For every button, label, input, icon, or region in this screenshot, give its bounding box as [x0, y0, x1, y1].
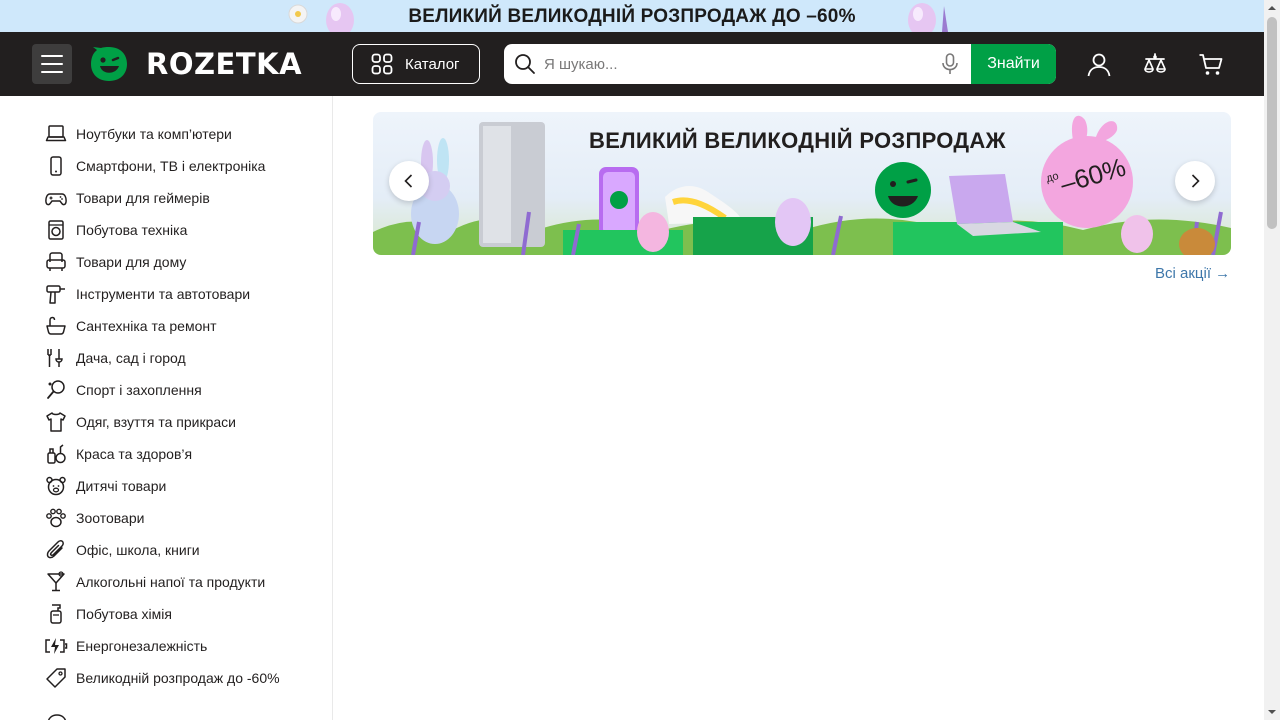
category-list: Ноутбуки та комп’ютери Смартфони, ТВ і е… — [44, 118, 280, 694]
sidebar-item-label: Спорт і захоплення — [76, 382, 202, 398]
user-icon[interactable] — [1086, 52, 1112, 78]
sidebar-item-gamers[interactable]: Товари для геймерів — [44, 182, 280, 214]
catalog-button[interactable]: Каталог — [352, 44, 480, 84]
sidebar-item-label: Дача, сад і город — [76, 350, 186, 366]
banner-prev-button[interactable] — [389, 161, 429, 201]
battery-bolt-icon — [44, 634, 68, 658]
sidebar-item-plumbing[interactable]: Сантехніка та ремонт — [44, 310, 280, 342]
sidebar-item-pets[interactable]: Зоотовари — [44, 502, 280, 534]
microphone-icon[interactable] — [940, 53, 960, 75]
sidebar-item-sport[interactable]: Спорт і захоплення — [44, 374, 280, 406]
menu-button[interactable] — [32, 44, 72, 84]
cocktail-icon — [44, 570, 68, 594]
sidebar-item-label: Енергонезалежність — [76, 638, 208, 654]
sidebar-item-label: Сантехніка та ремонт — [76, 318, 217, 334]
search-icon — [515, 54, 535, 74]
sidebar-item-kids[interactable]: Дитячі товари — [44, 470, 280, 502]
laptop-icon — [44, 122, 68, 146]
smartphone-icon — [44, 154, 68, 178]
cart-icon[interactable] — [1198, 52, 1224, 78]
search-bar: Знайти — [504, 44, 1056, 84]
partial-item-icon — [47, 714, 67, 720]
sidebar-item-label: Великодній розпродаж до -60% — [76, 670, 280, 686]
sidebar-item-tools[interactable]: Інструменти та автотовари — [44, 278, 280, 310]
sidebar-item-garden[interactable]: Дача, сад і город — [44, 342, 280, 374]
sidebar-item-label: Товари для дому — [76, 254, 187, 270]
sidebar-item-label: Краса та здоров’я — [76, 446, 193, 462]
compare-icon[interactable] — [1142, 52, 1168, 78]
sidebar-item-smartphones[interactable]: Смартфони, ТВ і електроніка — [44, 150, 280, 182]
sidebar-item-label: Алкогольні напої та продукти — [76, 574, 266, 590]
sidebar-item-energy[interactable]: Енергонезалежність — [44, 630, 280, 662]
logo[interactable]: ROZETKA — [88, 44, 302, 84]
sidebar-item-laptops[interactable]: Ноутбуки та комп’ютери — [44, 118, 280, 150]
sidebar-item-label: Товари для геймерів — [76, 190, 210, 206]
sidebar-item-label: Зоотовари — [76, 510, 145, 526]
sidebar-item-beauty[interactable]: Краса та здоров’я — [44, 438, 280, 470]
washing-machine-icon — [44, 218, 68, 242]
sidebar-item-alcohol[interactable]: Алкогольні напої та продукти — [44, 566, 280, 598]
easter-egg-decoration-icon — [908, 3, 948, 32]
sidebar-item-clothes[interactable]: Одяг, взуття та прикраси — [44, 406, 280, 438]
sidebar-item-label: Одяг, взуття та прикраси — [76, 414, 236, 430]
catalog-grid-icon — [371, 53, 393, 75]
promo-strip-text: ВЕЛИКИЙ ВЕЛИКОДНІЙ РОЗПРОДАЖ ДО –60% — [408, 6, 856, 27]
detergent-icon — [44, 602, 68, 626]
banner-title: ВЕЛИКИЙ ВЕЛИКОДНІЙ РОЗПРОДАЖ — [589, 128, 1006, 153]
teddy-bear-icon — [44, 474, 68, 498]
sidebar-item-label: Смартфони, ТВ і електроніка — [76, 158, 266, 174]
armchair-icon — [44, 250, 68, 274]
sidebar-item-appliances[interactable]: Побутова техніка — [44, 214, 280, 246]
logo-text: ROZETKA — [146, 47, 303, 81]
garden-tools-icon — [44, 346, 68, 370]
racket-icon — [44, 378, 68, 402]
scrollbar-thumb[interactable] — [1267, 17, 1277, 229]
cosmetics-icon — [44, 442, 68, 466]
paw-icon — [44, 506, 68, 530]
sidebar-item-label: Побутова хімія — [76, 606, 172, 622]
sidebar-item-home[interactable]: Товари для дому — [44, 246, 280, 278]
sidebar-item-label: Офіс, школа, книги — [76, 542, 200, 558]
bathtub-icon — [44, 314, 68, 338]
drill-icon — [44, 282, 68, 306]
sidebar-item-office[interactable]: Офіс, школа, книги — [44, 534, 280, 566]
sidebar-item-label: Ноутбуки та комп’ютери — [76, 126, 232, 142]
chevron-right-icon — [1191, 174, 1200, 188]
sidebar-item-easter-sale[interactable]: Великодній розпродаж до -60% — [44, 662, 280, 694]
sidebar-item-label: Інструменти та автотовари — [76, 286, 251, 302]
sidebar-item-label: Дитячі товари — [76, 478, 167, 494]
all-promos-link[interactable]: Всі акції → — [1155, 265, 1230, 282]
sidebar: Ноутбуки та комп’ютери Смартфони, ТВ і е… — [0, 96, 333, 720]
rozetka-smile-logo-icon — [91, 47, 127, 81]
scroll-down-arrow-icon[interactable] — [1264, 704, 1280, 720]
promo-strip[interactable]: ВЕЛИКИЙ ВЕЛИКОДНІЙ РОЗПРОДАЖ ДО –60% — [0, 0, 1264, 32]
sidebar-item-chemicals[interactable]: Побутова хімія — [44, 598, 280, 630]
tshirt-icon — [44, 410, 68, 434]
chevron-left-icon — [404, 174, 413, 188]
tag-icon — [44, 666, 68, 690]
banner-next-button[interactable] — [1175, 161, 1215, 201]
gamepad-icon — [44, 186, 68, 210]
search-input[interactable] — [544, 44, 924, 84]
paperclip-icon — [44, 538, 68, 562]
scroll-up-arrow-icon[interactable] — [1264, 0, 1280, 16]
search-button[interactable]: Знайти — [971, 44, 1056, 84]
catalog-button-label: Каталог — [405, 55, 460, 73]
page-scrollbar[interactable] — [1264, 0, 1280, 720]
sidebar-item-label: Побутова техніка — [76, 222, 188, 238]
site-header: ROZETKA Каталог Знайти — [0, 32, 1264, 96]
promo-banner[interactable]: ВЕЛИКИЙ ВЕЛИКОДНІЙ РОЗПРОДАЖ до–60% — [373, 112, 1231, 255]
